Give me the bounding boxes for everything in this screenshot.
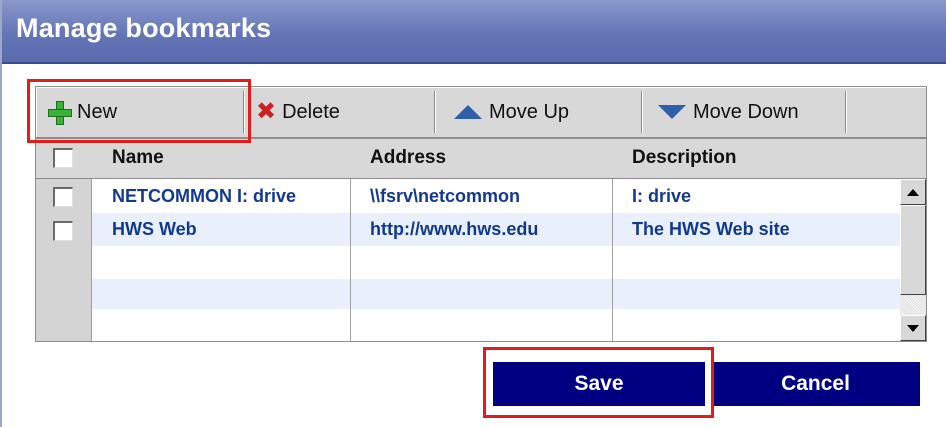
bookmark-address[interactable]: http://www.hws.edu <box>370 219 538 240</box>
bookmark-description[interactable]: The HWS Web site <box>632 219 790 240</box>
triangle-up-icon <box>454 105 482 119</box>
column-header-address[interactable]: Address <box>370 147 446 169</box>
save-button[interactable]: Save <box>493 362 705 406</box>
bookmark-name[interactable]: HWS Web <box>112 219 197 240</box>
delete-button-label: Delete <box>282 100 340 123</box>
column-divider <box>612 179 613 341</box>
row-checkbox[interactable] <box>53 187 73 207</box>
vertical-scrollbar[interactable] <box>900 179 926 341</box>
move-up-button-label: Move Up <box>489 100 570 123</box>
bookmarks-table: Name Address Description NETCOMMON I: dr… <box>35 138 927 342</box>
arrow-up-icon <box>907 188 919 196</box>
column-header-description[interactable]: Description <box>632 147 737 169</box>
toolbar-divider <box>243 91 245 133</box>
cancel-button[interactable]: Cancel <box>711 362 920 406</box>
dialog-title: Manage bookmarks <box>16 13 272 43</box>
delete-button[interactable]: ✖ Delete <box>256 90 426 134</box>
title-bar: Manage bookmarks <box>2 0 946 64</box>
toolbar-divider <box>641 91 643 133</box>
triangle-down-icon <box>658 105 686 119</box>
arrow-down-icon <box>907 324 919 332</box>
move-down-button-label: Move Down <box>693 100 799 123</box>
scroll-thumb[interactable] <box>900 205 926 295</box>
bookmark-description[interactable]: I: drive <box>632 186 691 207</box>
table-row-empty <box>92 279 900 309</box>
table-row[interactable]: NETCOMMON I: drive \\fsrv\netcommon I: d… <box>92 180 900 213</box>
scroll-down-button[interactable] <box>900 315 926 341</box>
scroll-up-button[interactable] <box>900 179 926 205</box>
manage-bookmarks-dialog: Manage bookmarks New ✖ Delete Move Up Mo… <box>0 0 946 427</box>
move-up-button[interactable]: Move Up <box>454 90 634 134</box>
toolbar-divider <box>845 91 847 133</box>
row-checkbox[interactable] <box>53 221 73 241</box>
new-button-label: New <box>77 100 118 123</box>
select-all-checkbox[interactable] <box>53 148 73 168</box>
table-row[interactable]: HWS Web http://www.hws.edu The HWS Web s… <box>92 213 900 246</box>
move-down-button[interactable]: Move Down <box>658 90 848 134</box>
new-button[interactable]: New <box>48 90 238 134</box>
column-header-name[interactable]: Name <box>112 147 164 169</box>
table-row-empty <box>92 246 900 279</box>
table-header: Name Address Description <box>36 139 926 179</box>
delete-x-icon: ✖ <box>256 98 277 125</box>
bookmark-address[interactable]: \\fsrv\netcommon <box>370 186 520 207</box>
column-divider <box>350 179 351 341</box>
plus-icon <box>48 101 72 125</box>
table-row-empty <box>92 309 900 341</box>
toolbar: New ✖ Delete Move Up Move Down <box>35 86 927 138</box>
bookmark-name[interactable]: NETCOMMON I: drive <box>112 186 296 207</box>
row-selector-gutter <box>36 179 92 341</box>
toolbar-divider <box>434 91 436 133</box>
